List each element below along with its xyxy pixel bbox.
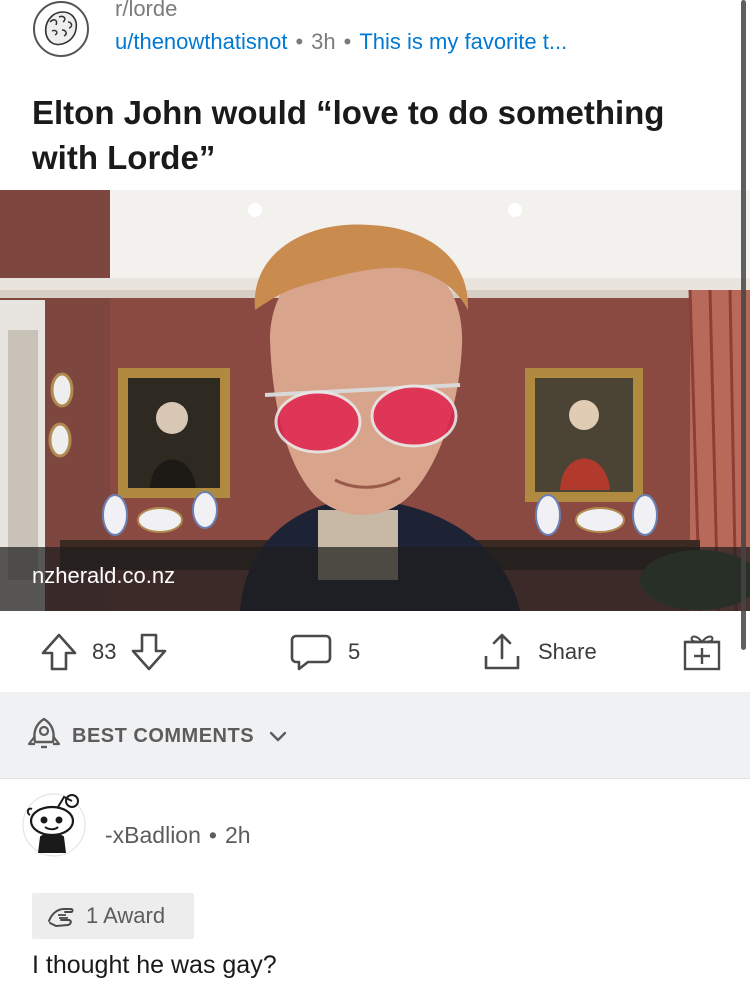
chevron-down-icon [269,731,287,741]
separator-dot: • [295,29,304,54]
comment-bubble-icon [290,634,332,671]
sort-label: BEST COMMENTS [72,725,288,748]
comment-author[interactable]: -xBadlion [105,822,201,848]
link-domain-bar[interactable]: nzherald.co.nz [0,547,750,611]
subreddit-name[interactable]: r/lorde [115,0,177,22]
upvote-arrow-up-icon[interactable] [40,632,78,672]
share-label: Share [538,639,597,664]
helpful-hands-award-icon [48,908,74,928]
score-count: 83 [92,639,117,664]
link-preview-image[interactable]: nzherald.co.nz [0,190,750,611]
comment-body: I thought he was gay? [32,951,277,979]
post-header: r/lorde u/thenowthatisnot • 3h • This is my … [0,0,750,75]
post-age: 3h [311,29,336,54]
award-label: 1 Award [86,903,166,928]
scrollbar[interactable] [741,0,746,650]
sort-label-text: BEST COMMENTS [72,725,255,747]
downvote-arrow-down-icon[interactable] [130,632,168,672]
award-button[interactable] [682,630,722,672]
subreddit-avatar-icon[interactable] [32,0,90,58]
separator-dot: • [343,29,352,54]
comment-author-line: -xBadlion • 2h [105,822,251,849]
separator-dot: • [208,822,217,848]
post-title[interactable]: Elton John would “love to do something w… [32,90,672,180]
post-action-bar: 83 5 Share [0,612,750,692]
post-author-link[interactable]: u/thenowthatisnot [115,29,287,54]
comment-sort-bar[interactable]: BEST COMMENTS [0,692,750,779]
comments-button[interactable]: 5 [290,632,360,672]
vote-group: 83 [40,632,168,672]
comment-item: -xBadlion • 2h 1 Award I thought he was ga… [0,779,750,984]
post-flair[interactable]: This is my favorite t... [359,29,567,54]
share-icon [484,633,520,670]
share-button[interactable]: Share [482,632,597,672]
post-meta: u/thenowthatisnot • 3h • This is my favorite… [115,29,567,55]
award-badge[interactable]: 1 Award [32,893,194,939]
snoo-avatar-icon[interactable] [22,793,86,857]
gift-icon [683,635,721,671]
link-domain: nzherald.co.nz [32,563,176,588]
rocket-icon [27,717,61,749]
comment-count: 5 [348,639,361,664]
comment-age: 2h [224,822,251,848]
